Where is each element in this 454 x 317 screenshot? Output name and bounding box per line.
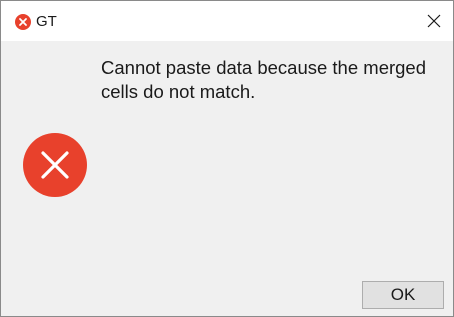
error-icon [22,132,88,198]
error-icon [15,14,31,30]
error-message: Cannot paste data because the merged cel… [101,57,427,102]
title-bar[interactable]: GT [1,1,453,41]
close-icon [427,14,441,28]
close-button[interactable] [417,5,451,37]
window-title: GT [36,13,57,30]
error-dialog: GT Cannot paste data because the merged … [0,0,454,317]
ok-button[interactable]: OK [362,281,444,309]
